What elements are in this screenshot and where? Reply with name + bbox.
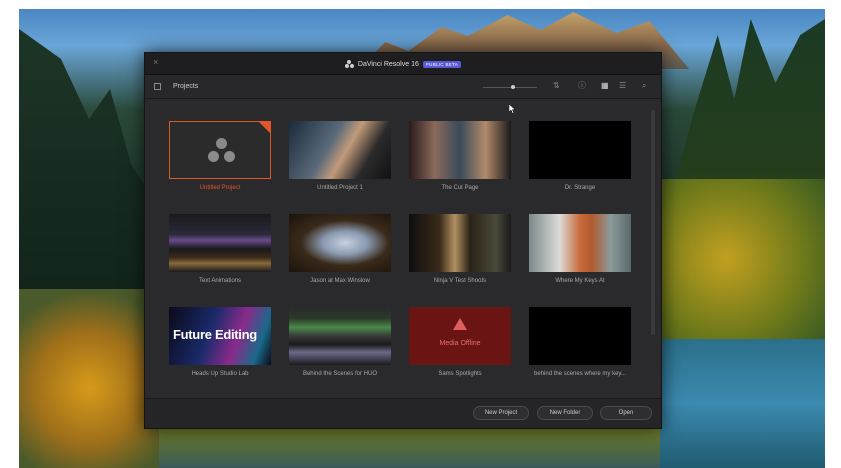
project-thumbnail[interactable] xyxy=(289,307,391,365)
grid-scrollbar[interactable] xyxy=(651,110,655,335)
title-bar: × DaVinci Resolve 16 PUBLIC BETA xyxy=(145,53,661,75)
footer-bar: New Project New Folder Open xyxy=(145,398,661,428)
project-grid: Untitled Project Untitled Project 1 The … xyxy=(145,100,649,396)
project-name: Sams Spotlights xyxy=(438,371,482,377)
open-button[interactable]: Open xyxy=(600,406,652,420)
wallpaper-lake xyxy=(660,339,825,468)
screen: × DaVinci Resolve 16 PUBLIC BETA Project… xyxy=(0,0,841,468)
project-thumbnail[interactable] xyxy=(529,121,631,179)
selected-corner-flag xyxy=(259,122,270,133)
project-name: Text Animations xyxy=(198,278,242,284)
project-thumbnail[interactable] xyxy=(409,214,511,272)
breadcrumb[interactable]: Projects xyxy=(173,83,198,90)
media-offline-text: Media Offline xyxy=(439,340,481,347)
panel-toggle-icon[interactable] xyxy=(154,83,161,90)
project-thumbnail[interactable] xyxy=(169,121,271,179)
project-thumbnail[interactable] xyxy=(529,214,631,272)
sort-icon[interactable]: ⇅ xyxy=(553,82,560,90)
window-title: DaVinci Resolve 16 xyxy=(357,60,419,68)
warning-icon xyxy=(453,318,467,330)
slider-handle[interactable] xyxy=(511,85,515,89)
project-name: Behind the Scenes for HUO xyxy=(302,371,378,377)
wallpaper-foliage-right xyxy=(660,179,825,339)
grid-view-icon[interactable]: ▦ xyxy=(601,82,609,90)
project-name: Untitled Project 1 xyxy=(317,185,363,191)
davinci-logo-icon xyxy=(344,59,354,69)
project-thumbnail[interactable]: Future Editing xyxy=(169,307,271,365)
thumbnail-text: Future Editing xyxy=(173,327,257,342)
wallpaper-trees-left xyxy=(19,29,159,329)
new-folder-button[interactable]: New Folder xyxy=(537,406,593,420)
davinci-placeholder-icon xyxy=(208,138,236,164)
project-thumbnail[interactable] xyxy=(169,214,271,272)
search-icon[interactable]: ⌕ xyxy=(642,82,646,90)
project-name: behind the scenes where my key... xyxy=(534,371,626,377)
list-view-icon[interactable]: ☰ xyxy=(619,82,626,90)
project-name: Ninja V Test Shoots xyxy=(433,278,487,284)
project-toolbar: Projects ⇅ ⓘ ▦ ☰ ⌕ xyxy=(145,75,661,99)
public-beta-badge: PUBLIC BETA xyxy=(422,60,462,68)
info-icon[interactable]: ⓘ xyxy=(578,82,586,90)
wallpaper-foliage-left xyxy=(19,289,159,468)
project-name: Jason at Max Winslow xyxy=(310,278,370,284)
thumbnail-size-slider[interactable] xyxy=(483,87,537,88)
project-thumbnail[interactable]: Media Offline xyxy=(409,307,511,365)
project-name: The Cut Page xyxy=(441,185,479,191)
project-name: Dr. Strange xyxy=(564,185,596,191)
project-manager-window: × DaVinci Resolve 16 PUBLIC BETA Project… xyxy=(144,52,662,429)
project-thumbnail[interactable] xyxy=(289,214,391,272)
project-name: Where My Keys At xyxy=(555,278,605,284)
project-name: Untitled Project xyxy=(199,185,241,191)
project-thumbnail[interactable] xyxy=(409,121,511,179)
mouse-cursor-icon xyxy=(509,104,516,114)
project-thumbnail[interactable] xyxy=(289,121,391,179)
project-name: Heads Up Studio Lab xyxy=(191,371,249,377)
project-thumbnail[interactable] xyxy=(529,307,631,365)
new-project-button[interactable]: New Project xyxy=(473,406,529,420)
